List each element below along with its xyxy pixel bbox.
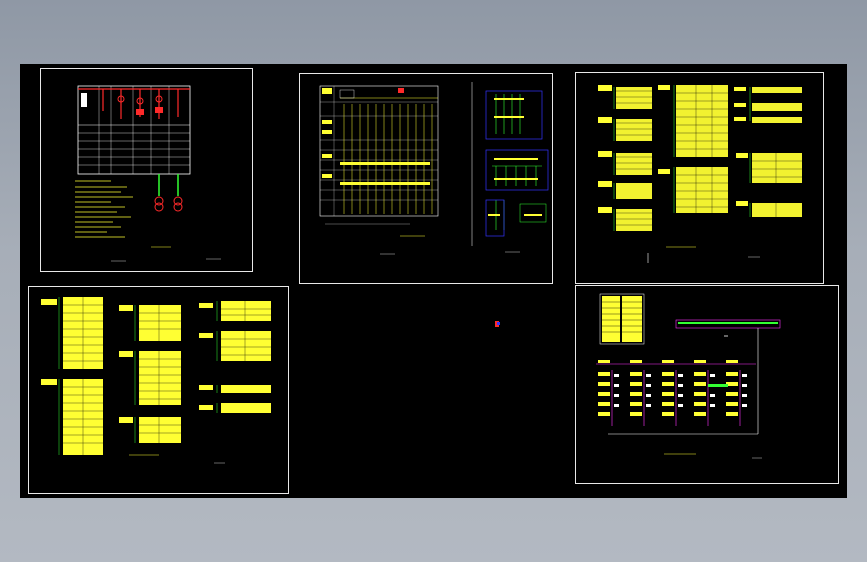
drawing-sheet-lv-cabinet[interactable] [299, 73, 553, 284]
hv-panel-drawing [75, 85, 221, 262]
drawing-sheet-distribution-boxes-b[interactable] [28, 286, 289, 494]
drawing-sheet-system-riser[interactable] [575, 285, 839, 484]
system-riser-drawing [596, 293, 781, 459]
drawing-canvas[interactable] [20, 64, 847, 498]
lv-cabinet-drawing [319, 82, 549, 255]
distribution-boxes-a-drawing [598, 85, 802, 263]
distribution-boxes-b-drawing [41, 297, 271, 464]
drawing-sheet-distribution-boxes-a[interactable] [575, 72, 824, 284]
drawing-sheet-hv-panel[interactable] [40, 68, 253, 272]
